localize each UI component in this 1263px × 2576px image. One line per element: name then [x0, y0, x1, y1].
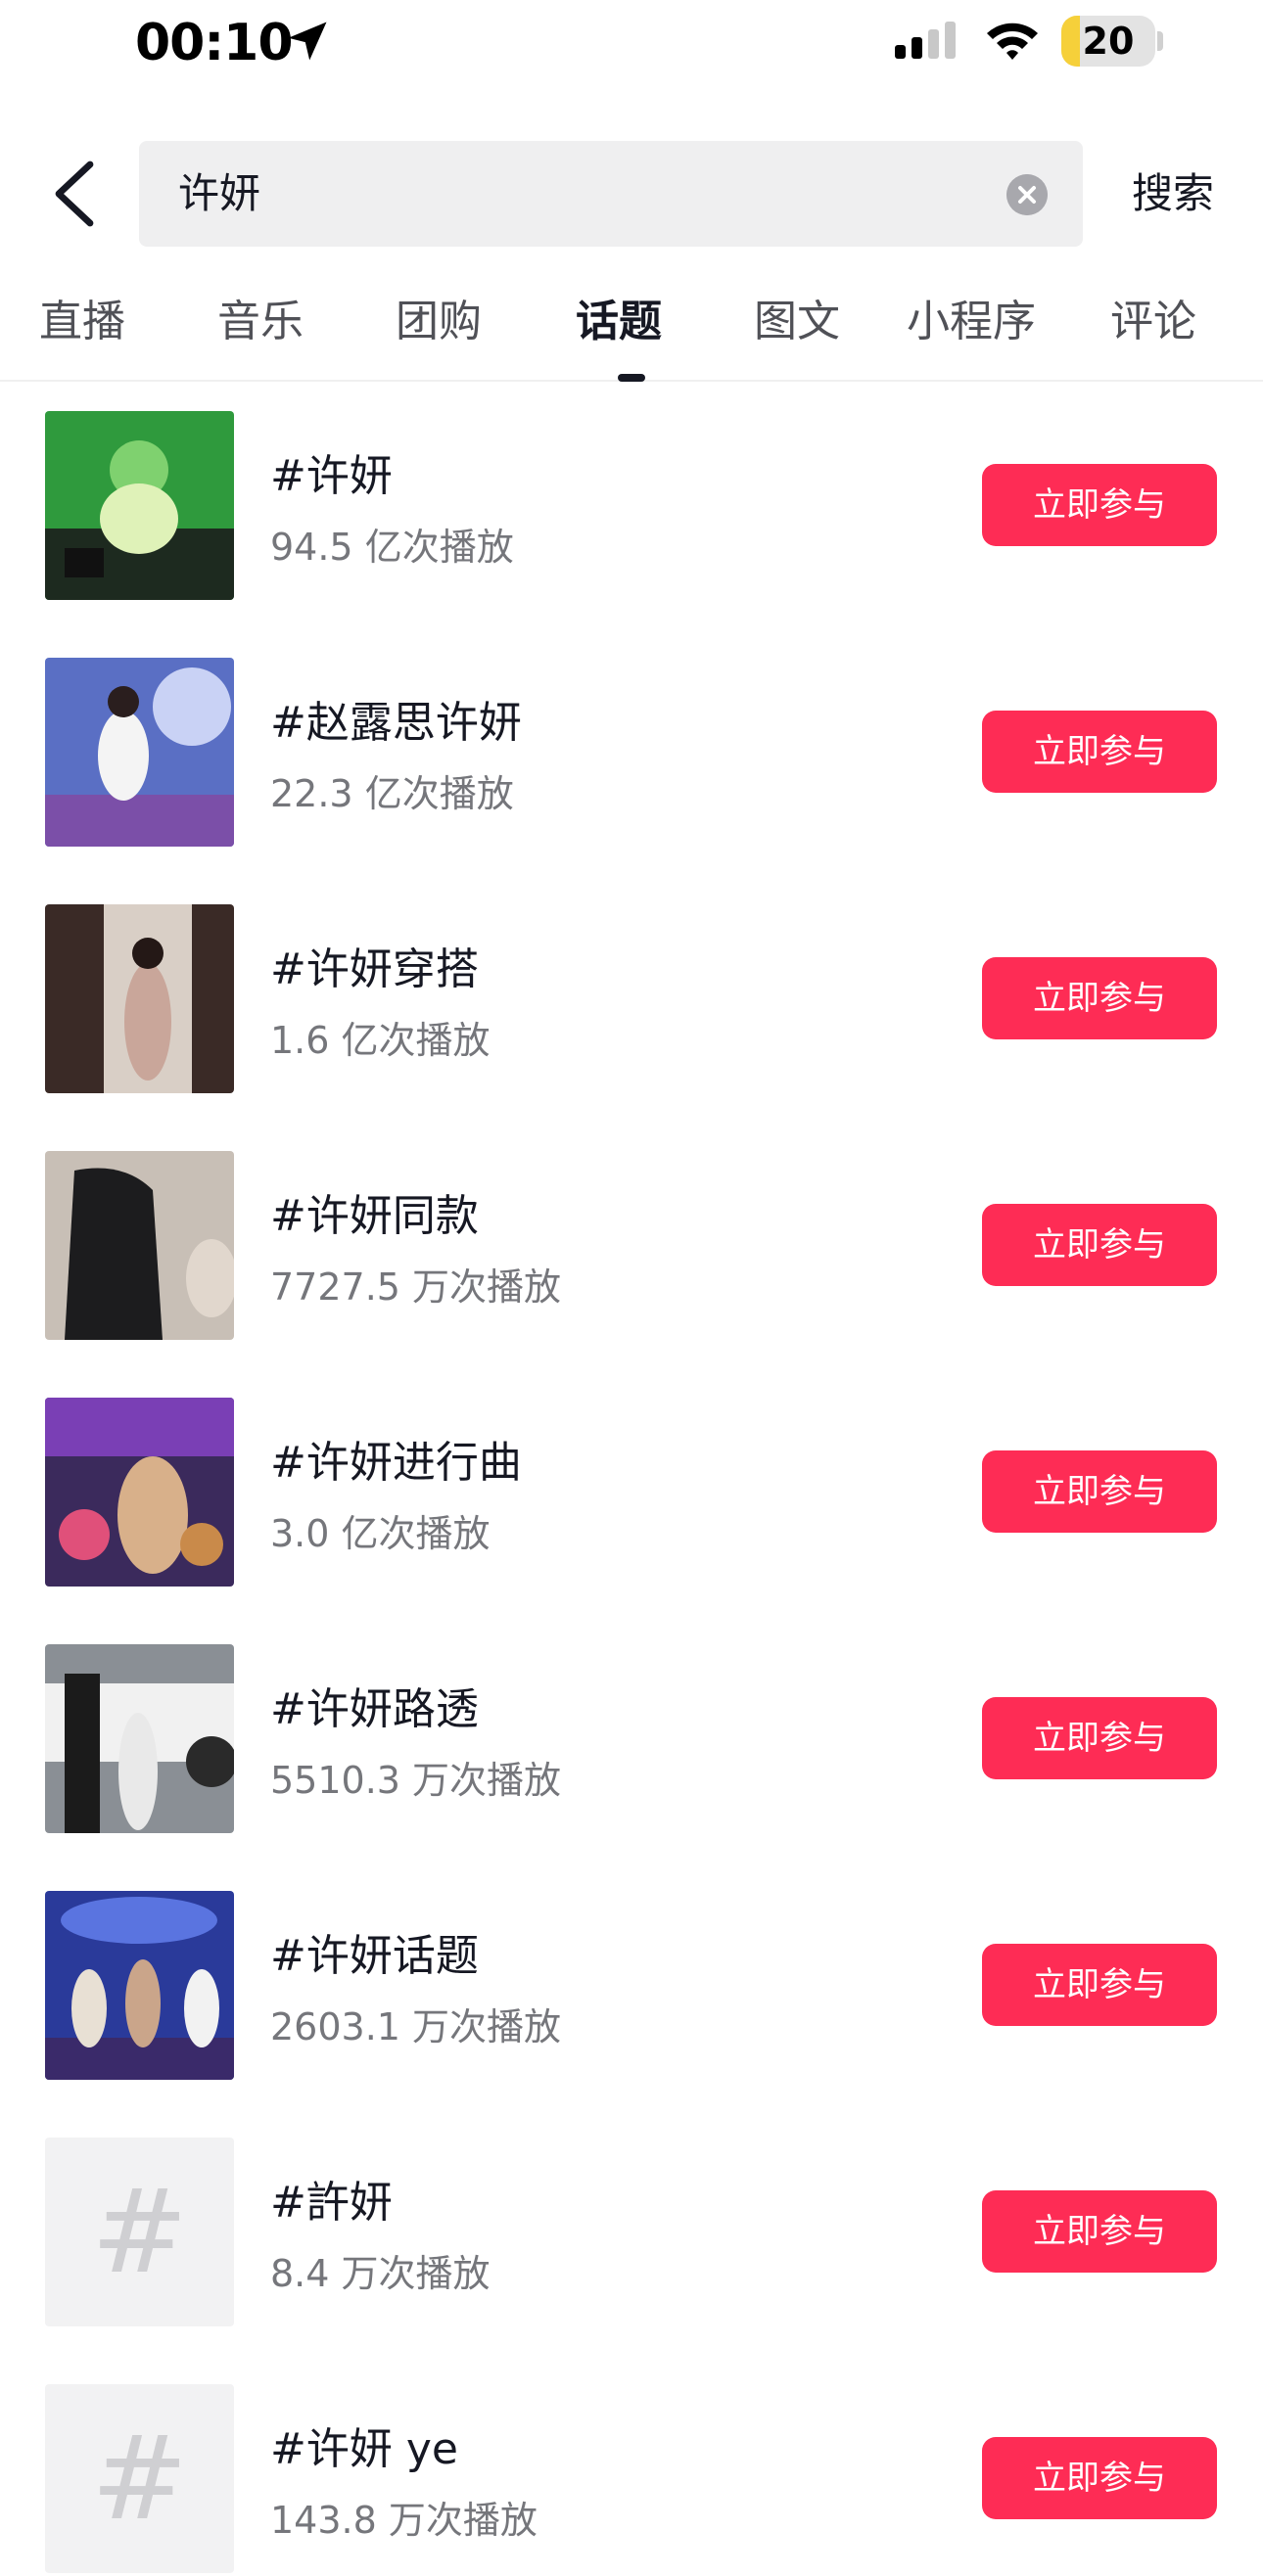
topic-play-count: 2603.1 万次播放 [270, 2005, 562, 2048]
chevron-left-icon [55, 161, 94, 227]
topic-title: #许妍同款 [270, 1191, 479, 1241]
hashtag-icon: # [91, 2164, 188, 2299]
join-topic-button[interactable]: 立即参与 [982, 957, 1217, 1039]
topic-thumbnail-placeholder: # [45, 2384, 234, 2573]
status-bar: 00:10 20 [0, 0, 1263, 88]
topic-title: #许妍 [270, 451, 393, 501]
join-topic-button[interactable]: 立即参与 [982, 1944, 1217, 2026]
topic-thumbnail [45, 1644, 234, 1833]
join-topic-button[interactable]: 立即参与 [982, 2437, 1217, 2519]
wifi-icon [987, 23, 1038, 60]
topic-play-count: 8.4 万次播放 [270, 2252, 491, 2295]
tab-music[interactable]: 音乐 [217, 284, 304, 360]
topic-row[interactable]: #许妍穿搭 1.6 亿次播放 立即参与 [0, 904, 1263, 1096]
battery-cap [1157, 31, 1163, 51]
topic-thumbnail [45, 1891, 234, 2080]
tab-mini-programs[interactable]: 小程序 [907, 284, 1036, 360]
topic-row[interactable]: # #許妍 8.4 万次播放 立即参与 [0, 2138, 1263, 2329]
topic-thumbnail [45, 904, 234, 1093]
topic-title: #许妍路透 [270, 1684, 479, 1734]
topic-play-count: 3.0 亿次播放 [270, 1512, 491, 1555]
back-button[interactable] [47, 161, 106, 227]
topic-row[interactable]: # #许妍 ye 143.8 万次播放 立即参与 [0, 2384, 1263, 2576]
join-topic-button[interactable]: 立即参与 [982, 1450, 1217, 1533]
topic-title: #许妍进行曲 [270, 1438, 522, 1488]
topic-thumbnail [45, 411, 234, 600]
topic-play-count: 7727.5 万次播放 [270, 1265, 562, 1309]
topic-play-count: 1.6 亿次播放 [270, 1019, 491, 1062]
topic-title: #许妍 ye [270, 2424, 458, 2474]
hashtag-icon: # [91, 2411, 188, 2546]
join-topic-button[interactable]: 立即参与 [982, 1697, 1217, 1779]
location-arrow-icon [288, 22, 327, 61]
clear-circle-icon[interactable] [1006, 174, 1048, 215]
topic-row[interactable]: #许妍话题 2603.1 万次播放 立即参与 [0, 1891, 1263, 2083]
topic-row[interactable]: #许妍同款 7727.5 万次播放 立即参与 [0, 1151, 1263, 1343]
topic-thumbnail-placeholder: # [45, 2138, 234, 2326]
topic-title: #赵露思许妍 [270, 698, 522, 748]
topic-row[interactable]: #许妍 94.5 亿次播放 立即参与 [0, 411, 1263, 603]
search-input[interactable]: 许妍 [139, 141, 1083, 247]
topic-thumbnail [45, 1151, 234, 1340]
topic-row[interactable]: #赵露思许妍 22.3 亿次播放 立即参与 [0, 658, 1263, 850]
join-topic-button[interactable]: 立即参与 [982, 711, 1217, 793]
topic-row[interactable]: #许妍进行曲 3.0 亿次播放 立即参与 [0, 1398, 1263, 1589]
topic-title: #许妍话题 [270, 1931, 479, 1981]
topic-title: #许妍穿搭 [270, 944, 479, 994]
tab-comments[interactable]: 评论 [1110, 284, 1196, 360]
topic-title: #許妍 [270, 2178, 393, 2228]
battery-icon: 20 [1061, 16, 1155, 67]
topic-thumbnail [45, 1398, 234, 1587]
cellular-signal-icon [895, 22, 956, 59]
battery-percent: 20 [1082, 20, 1135, 63]
topic-play-count: 143.8 万次播放 [270, 2499, 538, 2542]
status-time: 00:10 [135, 14, 294, 72]
topic-row[interactable]: #许妍路透 5510.3 万次播放 立即参与 [0, 1644, 1263, 1836]
topic-play-count: 94.5 亿次播放 [270, 526, 514, 569]
tab-live[interactable]: 直播 [39, 284, 125, 360]
tab-image-text[interactable]: 图文 [754, 284, 840, 360]
search-query[interactable]: 许妍 [178, 141, 260, 247]
tab-group-buy[interactable]: 团购 [396, 284, 482, 360]
topic-play-count: 5510.3 万次播放 [270, 1759, 562, 1802]
tab-topics[interactable]: 话题 [576, 284, 662, 360]
category-tabs: 直播 音乐 团购 话题 图文 小程序 评论 [0, 284, 1263, 382]
search-header: 许妍 搜索 [0, 137, 1263, 251]
search-button[interactable]: 搜索 [1132, 141, 1214, 247]
join-topic-button[interactable]: 立即参与 [982, 464, 1217, 546]
active-tab-indicator [618, 374, 645, 382]
join-topic-button[interactable]: 立即参与 [982, 2190, 1217, 2273]
join-topic-button[interactable]: 立即参与 [982, 1204, 1217, 1286]
topic-thumbnail [45, 658, 234, 847]
topic-play-count: 22.3 亿次播放 [270, 772, 514, 815]
